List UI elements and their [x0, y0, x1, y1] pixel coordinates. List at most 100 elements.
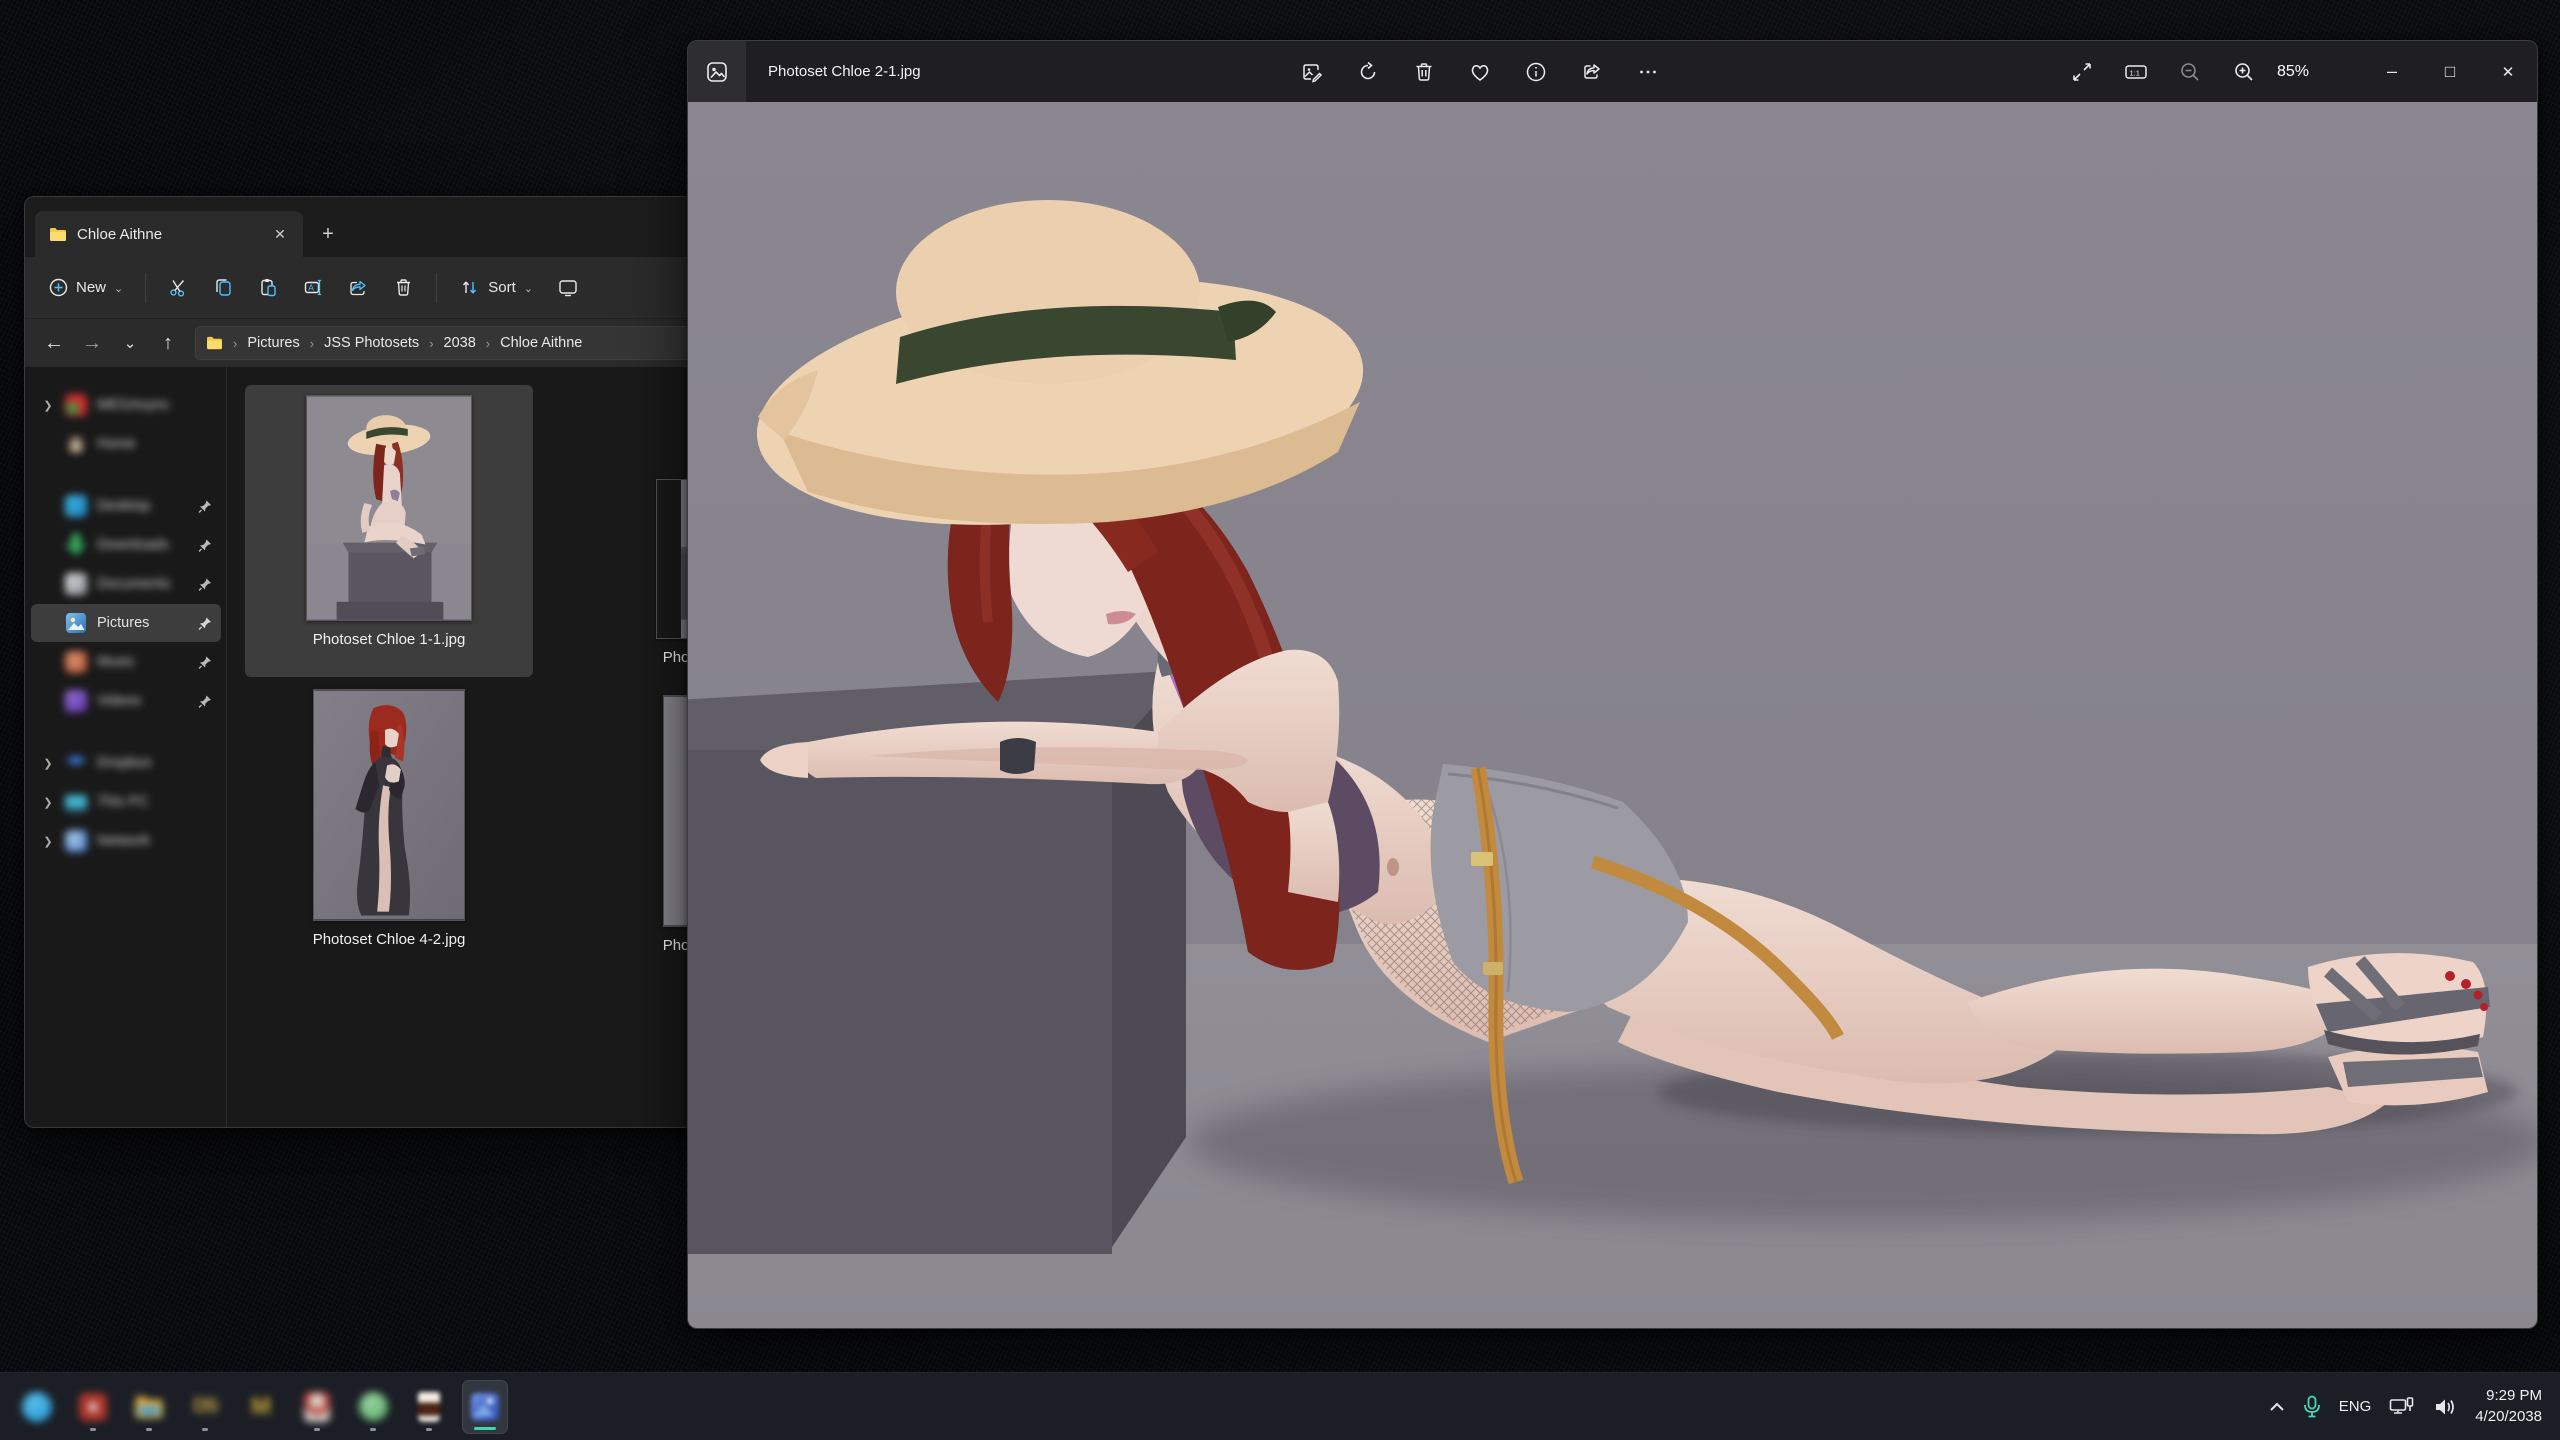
sidebar-item-label: Home	[97, 436, 213, 452]
share-icon	[348, 277, 369, 298]
maximize-button[interactable]: □	[2421, 41, 2479, 102]
file-explorer-icon	[134, 1394, 164, 1420]
home-icon	[65, 433, 87, 455]
taskbar-app-ds[interactable]: DS	[182, 1380, 228, 1434]
copy-button[interactable]	[203, 268, 244, 308]
photos-filename: Photoset Chloe 2-1.jpg	[768, 63, 921, 80]
sidebar-item-desktop[interactable]: Desktop	[31, 487, 221, 525]
delete-button[interactable]	[1403, 51, 1445, 93]
app-ds-icon: DS	[193, 1395, 217, 1418]
up-button[interactable]: ↑	[151, 327, 185, 359]
new-button-label: New	[76, 279, 106, 296]
paste-icon	[258, 277, 279, 298]
language-indicator[interactable]: ENG	[2339, 1398, 2372, 1415]
taskbar-app-m[interactable]: M	[238, 1380, 284, 1434]
sidebar-item-home[interactable]: Home	[31, 425, 221, 463]
sidebar-item-videos[interactable]: Videos	[31, 682, 221, 720]
tray-date: 4/20/2038	[2475, 1407, 2542, 1427]
trash-icon	[1412, 60, 1436, 84]
chevron-right-icon[interactable]: ❯	[41, 757, 55, 770]
svg-text:1:1: 1:1	[2130, 68, 2140, 77]
tab-close-button[interactable]: ✕	[267, 221, 293, 247]
photos-title-bar[interactable]: Photoset Chloe 2-1.jpg	[688, 41, 2537, 102]
chevron-right-icon[interactable]: ❯	[41, 835, 55, 848]
crumb-pictures[interactable]: Pictures	[247, 335, 299, 351]
favorite-button[interactable]	[1459, 51, 1501, 93]
paste-button[interactable]	[248, 268, 289, 308]
taskbar-file-explorer[interactable]	[126, 1380, 172, 1434]
back-button[interactable]: ←	[37, 327, 71, 359]
crumb-2038[interactable]: 2038	[444, 335, 476, 351]
fit-to-window-button[interactable]	[2061, 51, 2103, 93]
crumb-chloe-aithne[interactable]: Chloe Aithne	[500, 335, 582, 351]
network-icon	[65, 830, 87, 852]
pin-icon	[197, 577, 213, 592]
sidebar-item-dropbox[interactable]: ❯ Dropbox	[31, 744, 221, 782]
sort-button[interactable]: Sort ⌄	[449, 268, 543, 308]
photo-viewport[interactable]	[688, 102, 2537, 1328]
music-icon	[65, 651, 87, 673]
sidebar-item-downloads[interactable]: Downloads	[31, 526, 221, 564]
crumb-separator: ›	[425, 336, 437, 351]
file-item-chloe-1-1[interactable]: Photoset Chloe 1-1.jpg	[245, 385, 533, 677]
zoom-in-button[interactable]	[2223, 51, 2265, 93]
delete-button[interactable]	[383, 268, 424, 308]
actual-size-button[interactable]: 1:1	[2115, 51, 2157, 93]
chevron-right-icon[interactable]: ❯	[41, 796, 55, 809]
sidebar-item-megasync[interactable]: ❯ MEGAsync	[31, 386, 221, 424]
sidebar-item-label: Downloads	[97, 537, 187, 553]
taskbar-app-blue[interactable]	[14, 1380, 60, 1434]
edit-image-button[interactable]	[1291, 51, 1333, 93]
rotate-icon	[1356, 60, 1380, 84]
sidebar-item-this-pc[interactable]: ❯ This PC	[31, 783, 221, 821]
sidebar-item-network[interactable]: ❯ Network	[31, 822, 221, 860]
new-tab-button[interactable]: +	[311, 217, 345, 251]
view-button[interactable]	[547, 268, 589, 308]
recent-locations-button[interactable]: ⌄	[113, 327, 147, 359]
more-button[interactable]	[1627, 51, 1669, 93]
taskbar-app-green[interactable]	[350, 1380, 396, 1434]
sidebar-item-documents[interactable]: Documents	[31, 565, 221, 603]
crumb-jss-photosets[interactable]: JSS Photosets	[324, 335, 419, 351]
network-icon[interactable]	[2389, 1396, 2415, 1418]
sidebar-item-music[interactable]: Music	[31, 643, 221, 681]
this-pc-icon	[65, 795, 87, 812]
folder-icon	[49, 227, 67, 242]
taskbar-app-drink[interactable]	[406, 1380, 452, 1434]
app-m-icon: M	[251, 1393, 271, 1421]
close-button[interactable]: ✕	[2479, 41, 2537, 102]
info-button[interactable]	[1515, 51, 1557, 93]
downloads-icon	[65, 534, 87, 556]
volume-icon[interactable]	[2433, 1396, 2457, 1418]
rename-button[interactable]: A	[293, 268, 334, 308]
new-button[interactable]: New ⌄	[39, 268, 133, 308]
share-button[interactable]	[338, 268, 379, 308]
cut-button[interactable]	[158, 268, 199, 308]
pin-icon	[197, 538, 213, 553]
forward-button[interactable]: →	[75, 327, 109, 359]
rotate-button[interactable]	[1347, 51, 1389, 93]
tray-chevron-up-icon[interactable]	[2269, 1402, 2285, 1412]
megasync-icon	[65, 394, 87, 416]
share-icon	[1580, 60, 1604, 84]
taskbar-app-character[interactable]	[294, 1380, 340, 1434]
app-character-icon	[304, 1392, 330, 1422]
taskbar-photos[interactable]	[462, 1380, 508, 1434]
explorer-tab[interactable]: Chloe Aithne ✕	[35, 211, 303, 257]
file-thumbnail	[313, 689, 465, 921]
minimize-button[interactable]: –	[2363, 41, 2421, 102]
tray-clock[interactable]: 9:29 PM 4/20/2038	[2475, 1386, 2542, 1427]
file-item-chloe-4-2[interactable]: Photoset Chloe 4-2.jpg	[245, 679, 533, 971]
info-icon	[1524, 60, 1548, 84]
zoom-out-button[interactable]	[2169, 51, 2211, 93]
microphone-icon[interactable]	[2303, 1395, 2321, 1419]
desktop-icon	[65, 495, 87, 517]
sidebar-item-pictures[interactable]: Pictures	[31, 604, 221, 642]
taskbar-app-red[interactable]	[70, 1380, 116, 1434]
new-plus-icon	[49, 278, 68, 297]
copy-icon	[213, 277, 234, 298]
chevron-right-icon[interactable]: ❯	[41, 399, 55, 412]
share-button[interactable]	[1571, 51, 1613, 93]
sidebar-item-label: Music	[97, 654, 187, 670]
zoom-out-icon	[2178, 60, 2202, 84]
